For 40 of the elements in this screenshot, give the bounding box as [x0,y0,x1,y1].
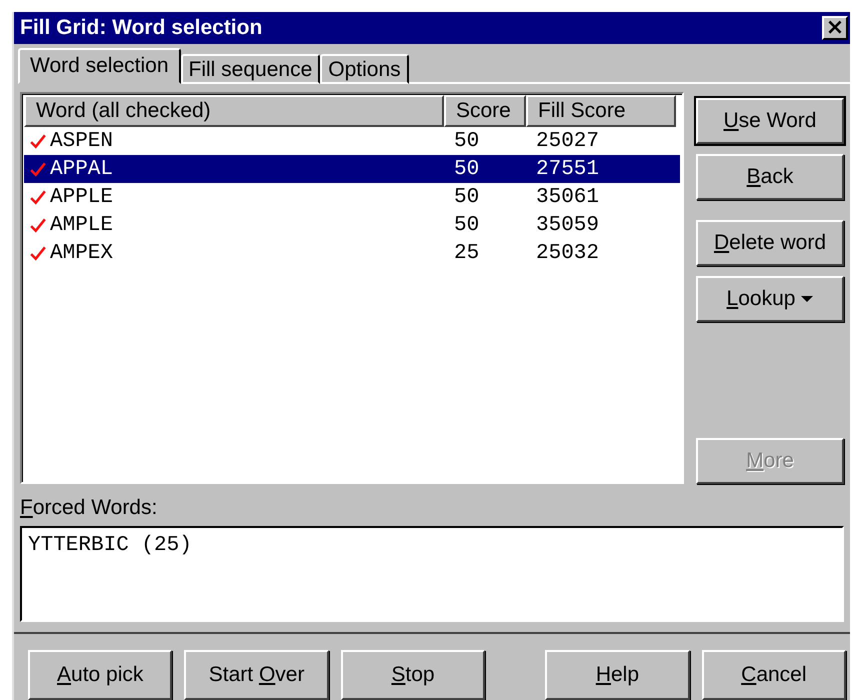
fill-score-cell-text: 25032 [535,242,600,264]
tab[interactable]: Fill sequence [180,54,320,84]
score-cell-text: 50 [453,214,480,236]
button[interactable]: Use Word [696,98,844,144]
score-cell-text: 25 [453,242,480,264]
fill-score-cell-text: 35059 [535,214,600,236]
score-cell-text: 50 [453,158,480,180]
word-text: APPLE [50,186,114,208]
button[interactable]: Delete word [696,220,844,266]
fill-score-cell-text: 27551 [535,158,600,180]
close-button[interactable]: × [822,16,848,40]
caret-icon [801,296,814,302]
word-text: AMPEX [50,242,114,264]
button[interactable]: Help [545,650,690,700]
field-label: Forced Words: [20,496,158,520]
tab[interactable]: Options [320,54,409,84]
button[interactable]: Back [696,154,844,200]
list-row[interactable]: APPLE 50 35061 [24,183,680,211]
button[interactable]: Stop [340,650,486,700]
tab[interactable]: Word selection [18,48,181,84]
word-text: ASPEN [50,130,114,152]
list-row[interactable]: ASPEN 50 25027 [24,127,680,155]
word-text: AMPLE [50,214,114,236]
button[interactable]: Auto pick [28,650,172,700]
fill-score-cell-text: 35061 [535,186,600,208]
word-text: APPAL [50,158,114,180]
forced-words-field[interactable]: YTTERBIC (25) [20,526,844,622]
button[interactable]: Start Over [184,650,329,700]
score-cell-text: 50 [453,130,480,152]
column-header[interactable]: Fill Score [526,95,676,127]
menu-button[interactable]: Lookup [696,276,844,322]
column-header[interactable]: Word (all checked) [24,95,444,127]
fill-score-cell-text: 25027 [535,130,600,152]
button[interactable]: Cancel [702,650,846,700]
list-row[interactable]: APPAL 50 27551 [24,155,680,183]
column-header[interactable]: Score [444,95,526,127]
score-cell-text: 50 [453,186,480,208]
window-title: Fill Grid: Word selection [20,16,262,40]
list-row[interactable]: AMPLE 50 35059 [24,211,680,239]
list-row[interactable]: AMPEX 25 25032 [24,239,680,267]
